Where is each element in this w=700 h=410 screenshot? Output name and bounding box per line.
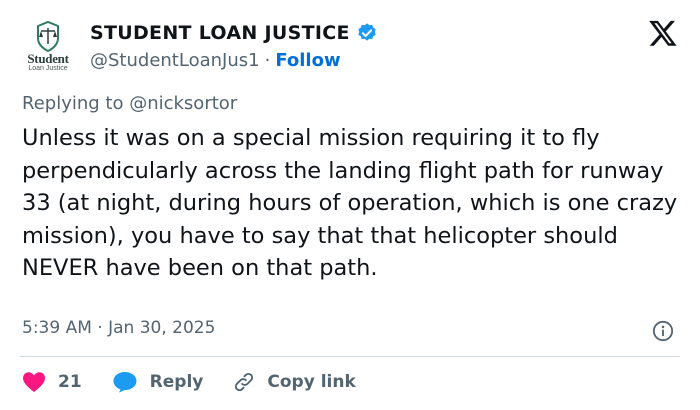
like-button[interactable]: 21 — [22, 371, 82, 393]
action-bar: 21 Reply Copy link — [22, 370, 386, 394]
handle-row: @StudentLoanJus1 · Follow — [90, 48, 341, 72]
avatar[interactable]: Student Loan Justice — [20, 20, 78, 76]
info-icon[interactable] — [652, 320, 674, 342]
scales-logo-icon — [37, 20, 59, 53]
handle[interactable]: @StudentLoanJus1 — [90, 50, 260, 71]
name-row: STUDENT LOAN JUSTICE — [90, 20, 378, 46]
divider — [20, 356, 680, 357]
heart-icon — [23, 372, 45, 392]
likes-count: 21 — [58, 372, 82, 392]
tweet-text: Unless it was on a special mission requi… — [22, 125, 678, 281]
display-name[interactable]: STUDENT LOAN JUSTICE — [90, 22, 350, 44]
follow-button[interactable]: Follow — [275, 50, 340, 71]
replying-to[interactable]: Replying to @nicksortor — [22, 93, 237, 114]
reply-bubble-icon — [113, 372, 137, 393]
reply-button[interactable]: Reply — [112, 371, 204, 393]
reply-label: Reply — [149, 372, 204, 392]
tweet-header: Student Loan Justice STUDENT LOAN JUSTIC… — [20, 14, 680, 84]
x-logo-icon[interactable] — [648, 18, 678, 48]
timestamp[interactable]: 5:39 AM · Jan 30, 2025 — [22, 318, 215, 338]
link-icon — [235, 372, 254, 392]
avatar-subtitle: Loan Justice — [28, 65, 68, 72]
copy-link-button[interactable]: Copy link — [233, 371, 356, 393]
verified-badge-icon — [356, 22, 378, 44]
copy-link-label: Copy link — [267, 372, 356, 392]
separator-dot: · — [264, 49, 271, 71]
